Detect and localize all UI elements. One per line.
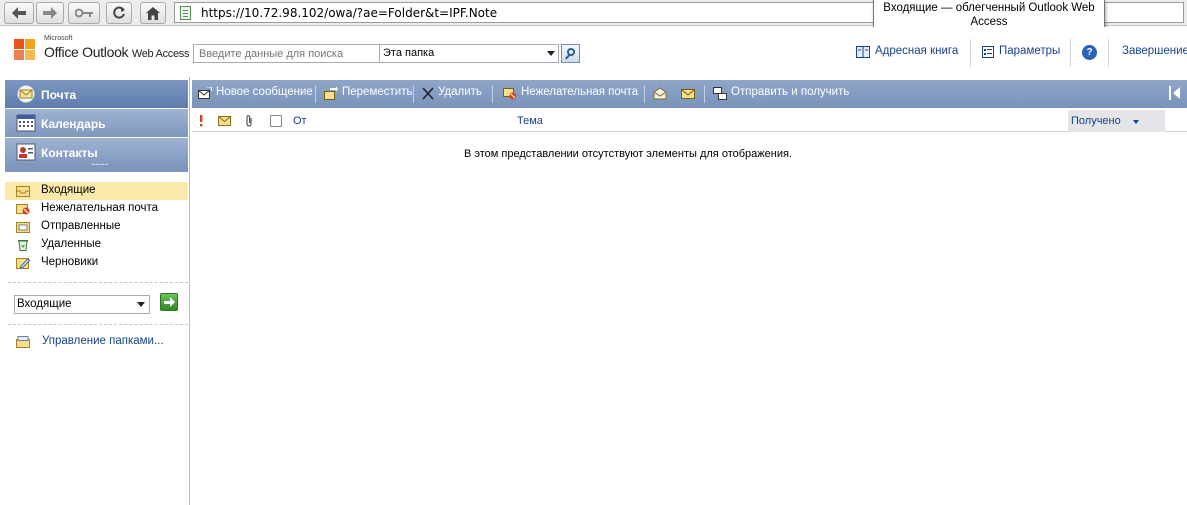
search-input[interactable]	[193, 44, 380, 63]
forward-button[interactable]	[36, 2, 64, 24]
move-icon	[324, 87, 338, 100]
read-icon	[653, 87, 667, 100]
column-from[interactable]: От	[293, 115, 307, 127]
folder-drafts-label: Черновики	[41, 256, 99, 268]
key-icon	[75, 8, 93, 18]
nav-calendar-label: Календарь	[41, 117, 106, 131]
folder-deleted[interactable]: Удаленные	[5, 236, 188, 254]
new-message-button[interactable]: Новое сообщение	[216, 86, 313, 98]
nav-resize-grip[interactable]	[5, 158, 188, 172]
search-scope-select[interactable]: Эта папка	[380, 44, 559, 63]
attachment-icon[interactable]	[245, 115, 253, 127]
search-scope-value: Эта папка	[383, 47, 435, 59]
logo-suffix: Web Access	[131, 48, 190, 60]
url-text[interactable]: https://10.72.98.102/owa/?ae=Folder&t=IP…	[201, 5, 497, 21]
toolbar-divider	[413, 85, 414, 103]
toolbar-divider	[315, 85, 316, 103]
sent-folder-icon	[16, 222, 30, 233]
folder-junk[interactable]: Нежелательная почта	[5, 200, 188, 218]
toolbar-divider	[492, 85, 493, 103]
nav-mail[interactable]: Почта	[5, 80, 188, 109]
divider	[1070, 39, 1071, 67]
folder-select-value: Входящие	[17, 298, 72, 310]
junk-folder-icon	[16, 204, 30, 215]
logo-product: Office Outlook Web Access	[44, 44, 190, 60]
address-book-link[interactable]: Адресная книга	[875, 45, 958, 57]
send-receive-icon	[713, 87, 727, 100]
chevron-down-icon	[547, 51, 555, 56]
owa-header: Microsoft Office Outlook Web Access Эта …	[0, 27, 1187, 77]
chevron-down-icon	[137, 302, 145, 307]
mail-icon	[17, 85, 35, 103]
importance-icon[interactable]	[198, 115, 204, 127]
help-icon[interactable]: ?	[1082, 45, 1097, 60]
logo-brand: Microsoft	[44, 35, 73, 42]
address-book-icon	[856, 46, 870, 58]
divider	[8, 324, 188, 325]
logoff-link[interactable]: Завершение	[1122, 45, 1187, 57]
reload-icon	[113, 6, 125, 19]
arrow-left-icon	[12, 7, 26, 19]
empty-view-message: В этом представлении отсутствуют элемент…	[464, 148, 792, 160]
message-list-header: От Тема Получено	[192, 110, 1187, 132]
office-logo-icon	[14, 39, 36, 63]
send-receive-button[interactable]: Отправить и получить	[731, 86, 849, 98]
column-received[interactable]: Получено	[1068, 110, 1165, 132]
delete-button[interactable]: Удалить	[438, 86, 482, 98]
owa-logo: Microsoft Office Outlook Web Access	[14, 35, 194, 67]
folder-drafts[interactable]: Черновики	[5, 254, 188, 272]
junk-mail-icon	[503, 88, 517, 100]
folder-junk-label: Нежелательная почта	[41, 202, 159, 214]
home-button[interactable]	[140, 2, 166, 24]
options-link[interactable]: Параметры	[999, 45, 1060, 57]
unread-icon	[681, 89, 695, 99]
calendar-icon	[16, 114, 36, 132]
key-button[interactable]	[68, 2, 100, 24]
arrow-right-icon	[43, 7, 57, 19]
delete-icon	[422, 87, 434, 100]
contacts-icon	[16, 143, 36, 161]
nav-mail-label: Почта	[41, 88, 77, 102]
folder-inbox-label: Входящие	[41, 184, 96, 196]
folder-sent[interactable]: Отправленные	[5, 218, 188, 236]
go-arrow-button[interactable]	[160, 293, 178, 311]
deleted-folder-icon	[18, 240, 28, 251]
home-icon	[146, 6, 160, 20]
manage-folders-link[interactable]: Управление папками...	[42, 335, 164, 347]
drafts-folder-icon	[16, 258, 30, 269]
junk-mail-button[interactable]: Нежелательная почта	[521, 86, 638, 98]
folder-select[interactable]: Входящие	[14, 295, 150, 314]
column-subject[interactable]: Тема	[517, 115, 543, 127]
back-button[interactable]	[4, 2, 34, 24]
nav-contacts-label: Контакты	[41, 146, 98, 160]
nav-calendar[interactable]: Календарь	[5, 109, 188, 138]
manage-folders-icon	[16, 336, 30, 348]
search-button[interactable]	[561, 44, 580, 63]
left-nav-pane: Почта Календарь Контакты Входящие Нежела…	[0, 77, 190, 505]
envelope-icon[interactable]	[218, 116, 231, 126]
options-icon	[982, 46, 994, 58]
toolbar-divider	[704, 85, 705, 103]
sort-desc-icon	[1133, 120, 1139, 124]
column-received-label: Получено	[1071, 115, 1121, 127]
divider	[1108, 39, 1109, 67]
toolbar-divider	[644, 85, 645, 103]
folder-sent-label: Отправленные	[41, 220, 121, 232]
inbox-icon	[16, 186, 30, 197]
reload-button[interactable]	[106, 2, 132, 24]
select-all-checkbox[interactable]	[270, 115, 282, 127]
folder-deleted-label: Удаленные	[41, 238, 101, 250]
divider	[970, 39, 971, 67]
page-icon	[180, 6, 191, 20]
message-toolbar: Новое сообщение Переместить Удалить Неже…	[192, 80, 1187, 108]
move-button[interactable]: Переместить	[342, 86, 412, 98]
collapse-pane-icon[interactable]	[1169, 86, 1181, 100]
divider	[8, 282, 188, 283]
new-message-icon	[198, 87, 212, 99]
folder-inbox[interactable]: Входящие	[5, 182, 188, 200]
